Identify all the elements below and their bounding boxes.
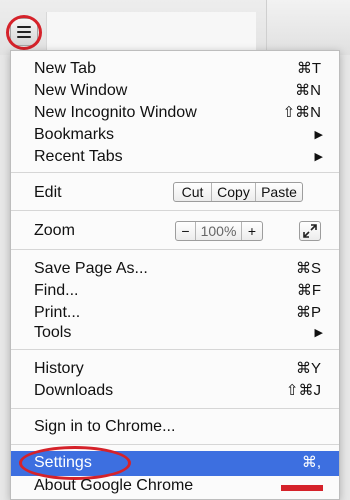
- chrome-dropdown-menu: New Tab ⌘T New Window ⌘N New Incognito W…: [10, 50, 340, 500]
- zoom-out-button[interactable]: −: [176, 222, 196, 240]
- zoom-in-button[interactable]: +: [242, 222, 262, 240]
- menu-item-shortcut: ⌘S: [295, 260, 321, 277]
- menu-item-find[interactable]: Find... ⌘F: [11, 280, 339, 302]
- toolbar-right-panel: [266, 0, 350, 55]
- menu-item-new-tab[interactable]: New Tab ⌘T: [11, 58, 339, 80]
- zoom-control-group: − 100% +: [175, 221, 263, 241]
- menu-item-sign-in[interactable]: Sign in to Chrome...: [11, 416, 339, 438]
- menu-item-downloads[interactable]: Downloads ⇧⌘J: [11, 380, 339, 402]
- submenu-arrow-icon: ▶: [314, 129, 323, 141]
- fullscreen-expand-icon: [303, 224, 317, 238]
- annotation-mark: [281, 485, 323, 491]
- menu-separator: [11, 210, 339, 211]
- menu-item-new-window[interactable]: New Window ⌘N: [11, 80, 339, 102]
- menu-item-label: New Window: [34, 82, 128, 99]
- menu-item-label: Find...: [34, 282, 79, 299]
- zoom-label: Zoom: [34, 222, 75, 239]
- menu-separator: [11, 249, 339, 250]
- menu-item-shortcut: ⇧⌘J: [285, 382, 321, 399]
- menu-separator: [11, 349, 339, 350]
- menu-item-label: Tools: [34, 324, 72, 341]
- submenu-arrow-icon: ▶: [314, 327, 323, 339]
- menu-item-bookmarks[interactable]: Bookmarks ▶: [11, 124, 339, 146]
- menu-item-shortcut: ⇧⌘N: [282, 104, 321, 121]
- menu-item-label: New Tab: [34, 60, 96, 77]
- cut-button[interactable]: Cut: [174, 183, 212, 201]
- browser-toolbar: [0, 0, 350, 56]
- menu-item-new-incognito-window[interactable]: New Incognito Window ⇧⌘N: [11, 102, 339, 124]
- menu-item-shortcut: ⌘P: [295, 304, 321, 321]
- menu-item-label: Print...: [34, 304, 81, 321]
- menu-item-shortcut: ⌘F: [296, 282, 321, 299]
- menu-item-label: Downloads: [34, 382, 114, 399]
- submenu-arrow-icon: ▶: [314, 151, 323, 163]
- edit-button-group: Cut Copy Paste: [173, 182, 303, 202]
- menu-item-save-page-as[interactable]: Save Page As... ⌘S: [11, 258, 339, 280]
- menu-item-label: Recent Tabs: [34, 148, 123, 165]
- menu-item-shortcut: ⌘Y: [295, 360, 321, 377]
- copy-button[interactable]: Copy: [212, 183, 256, 201]
- menu-item-shortcut: ⌘T: [296, 60, 321, 77]
- menu-item-label: Bookmarks: [34, 126, 115, 143]
- menu-separator: [11, 408, 339, 409]
- menu-item-label: Sign in to Chrome...: [34, 418, 176, 435]
- menu-item-history[interactable]: History ⌘Y: [11, 358, 339, 380]
- fullscreen-button[interactable]: [299, 221, 321, 241]
- menu-separator: [11, 172, 339, 173]
- menu-item-label: New Incognito Window: [34, 104, 197, 121]
- menu-item-recent-tabs[interactable]: Recent Tabs ▶: [11, 146, 339, 168]
- menu-item-tools[interactable]: Tools ▶: [11, 322, 339, 344]
- paste-button[interactable]: Paste: [256, 183, 302, 201]
- menu-item-label: About Google Chrome: [34, 477, 194, 494]
- edit-label: Edit: [34, 184, 62, 201]
- menu-item-label: Save Page As...: [34, 260, 148, 277]
- menu-item-print[interactable]: Print... ⌘P: [11, 302, 339, 324]
- menu-item-label: History: [34, 360, 84, 377]
- annotation-circle-menu-button: [6, 15, 42, 50]
- menu-item-shortcut: ⌘N: [295, 82, 321, 99]
- menu-item-shortcut: ⌘,: [301, 454, 321, 471]
- menu-separator: [11, 444, 339, 445]
- zoom-level-value: 100%: [196, 222, 242, 240]
